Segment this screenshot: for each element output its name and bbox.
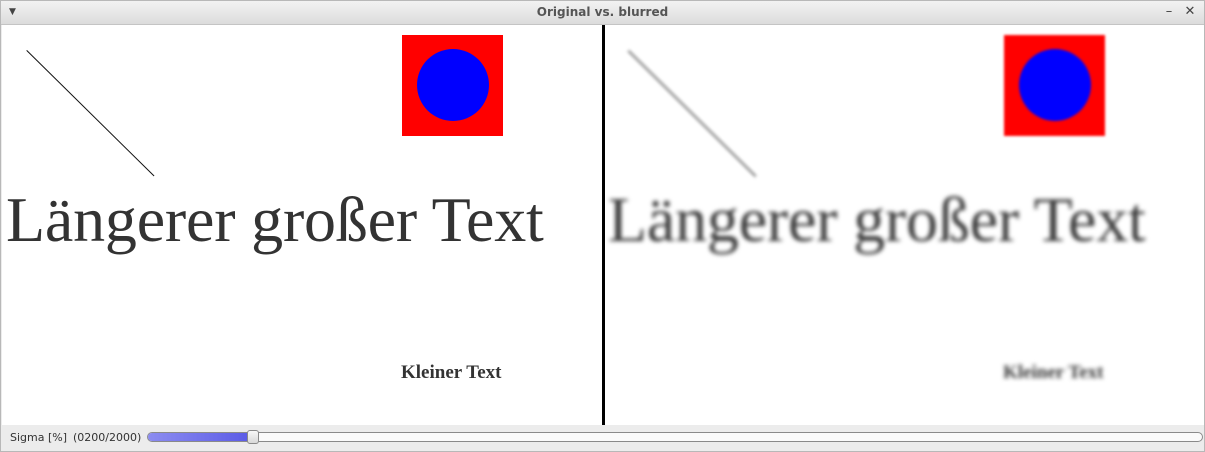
red-square <box>402 35 503 136</box>
large-text: Längerer großer Text <box>608 184 1146 255</box>
sigma-slider-fill <box>148 433 253 441</box>
blue-circle <box>417 49 489 121</box>
sigma-slider[interactable] <box>147 430 1203 444</box>
diagonal-line <box>627 50 757 178</box>
title-bar[interactable]: ▼ Original vs. blurred – ✕ <box>1 1 1204 25</box>
close-icon[interactable]: ✕ <box>1183 3 1197 21</box>
small-text: Kleiner Text <box>401 362 502 383</box>
large-text: Längerer großer Text <box>6 184 544 255</box>
sigma-value: (0200/2000) <box>73 431 142 444</box>
sigma-label: Sigma [%] <box>10 431 68 444</box>
window-title: Original vs. blurred <box>536 5 669 19</box>
blurred-pane: Längerer großer Text Kleiner Text <box>604 25 1204 425</box>
blue-circle <box>1019 49 1091 121</box>
app-window: ▼ Original vs. blurred – ✕ Längerer groß… <box>0 0 1205 452</box>
small-text: Kleiner Text <box>1003 362 1104 383</box>
original-pane: Längerer großer Text Kleiner Text <box>2 25 602 425</box>
red-square <box>1004 35 1105 136</box>
status-bar: Sigma [%] (0200/2000) <box>2 426 1204 451</box>
diagonal-line <box>26 50 155 177</box>
minimize-icon[interactable]: – <box>1162 3 1176 21</box>
image-canvas: Längerer großer Text Kleiner Text Länger… <box>2 25 1204 425</box>
sigma-slider-handle[interactable] <box>247 430 259 444</box>
